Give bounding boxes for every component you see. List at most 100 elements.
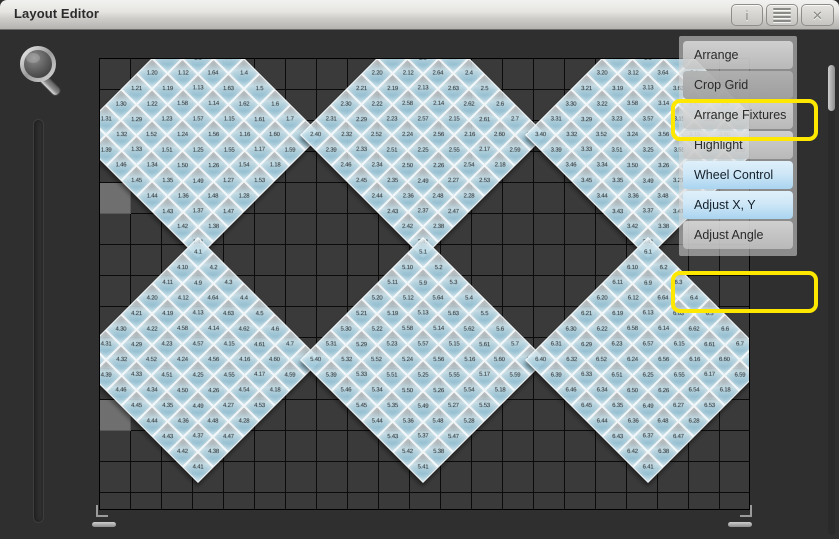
grid-cell-label: 4.51 <box>161 372 173 379</box>
grid-cell-label: 3.36 <box>627 193 639 200</box>
grid-cell-label: 6.57 <box>642 341 654 348</box>
grid-cell-label: 5.43 <box>386 433 398 440</box>
grid-cell-label: 2.7 <box>511 116 520 123</box>
grid-cell-label: 6.40 <box>534 357 546 363</box>
resize-corner-bottom-right[interactable] <box>740 505 752 517</box>
grid-cell-label: 1.43 <box>161 208 173 215</box>
grid-cell-label: 1.27 <box>223 178 235 185</box>
grid-cell-label: 2.9 <box>419 58 427 62</box>
grid-cell-label: 5.3 <box>449 280 458 287</box>
grid-cell-label: 5.20 <box>371 295 383 302</box>
vertical-scrollbar-thumb[interactable] <box>828 65 835 111</box>
menu-item-adjust-angle[interactable]: Adjust Angle <box>683 221 793 249</box>
grid-cell-label: 6.58 <box>627 326 639 333</box>
layout-canvas[interactable]: 1.11.21.31.41.51.61.71.81.101.91.641.631… <box>99 58 750 510</box>
grid-cell-label: 6.34 <box>596 387 608 394</box>
grid-cell-label: 3.38 <box>657 224 669 231</box>
grid-cell-label: 2.6 <box>496 101 504 108</box>
fixture-cluster[interactable]: 6.16.26.36.46.56.66.76.86.106.96.646.636… <box>524 236 749 484</box>
grid-cell-label: 6.3 <box>674 280 683 287</box>
grid-cell-label: 1.22 <box>146 101 158 108</box>
grid-cell-label: 3.25 <box>642 147 654 154</box>
fixture-cluster[interactable]: 2.12.22.32.42.52.62.72.82.102.92.642.632… <box>299 58 547 259</box>
menu-item-highlight[interactable]: Highlight <box>683 131 793 159</box>
grid-cell-label: 5.25 <box>417 372 429 379</box>
grid-cell-label: 6.36 <box>627 418 639 425</box>
grid-cell-label: 4.37 <box>192 433 204 440</box>
grid-cell-label: 5.13 <box>417 310 429 317</box>
grid-cell-label: 5.41 <box>417 464 429 471</box>
grid-cell-label: 2.14 <box>432 101 444 108</box>
horizontal-scrollbar-thumb-left[interactable] <box>92 522 116 527</box>
fixture-cluster[interactable]: 5.15.25.35.45.55.65.75.85.105.95.645.635… <box>299 236 547 484</box>
grid-cell-label: 3.51 <box>611 147 623 154</box>
menu-item-arrange-fixtures[interactable]: Arrange Fixtures <box>683 101 793 129</box>
grid-cell-label: 6.38 <box>657 449 669 456</box>
menu-item-adjust-x-y[interactable]: Adjust X, Y <box>683 191 793 219</box>
grid-cell-label: 6.13 <box>642 310 654 317</box>
grid-cell-label: 6.18 <box>719 387 731 394</box>
horizontal-scrollbar[interactable] <box>92 520 752 529</box>
grid-cell-label: 1.42 <box>177 224 189 231</box>
grid-cell-label: 5.29 <box>356 341 367 348</box>
grid-cell-label: 2.15 <box>448 116 460 123</box>
grid-cell-label: 5.42 <box>402 449 414 456</box>
grid-cell-label: 2.63 <box>448 85 460 92</box>
fixture-cluster[interactable]: 1.11.21.31.41.51.61.71.81.101.91.641.631… <box>100 59 322 259</box>
grid-cell-label: 5.32 <box>340 357 352 363</box>
grid-cell-label: 5.47 <box>448 433 460 440</box>
grid-cell-label: 4.62 <box>238 326 250 333</box>
menu-item-arrange[interactable]: Arrange <box>683 41 793 69</box>
menu-item-crop-grid[interactable]: Crop Grid <box>683 71 793 99</box>
grid-cell-label: 6.61 <box>704 341 715 348</box>
horizontal-scrollbar-thumb-right[interactable] <box>728 522 752 527</box>
grid-cell-label: 5.36 <box>402 418 414 425</box>
grid-cell-label: 2.39 <box>325 147 337 154</box>
grid-cell-label: 6.45 <box>581 403 592 410</box>
grid-cell-label: 4.29 <box>131 341 142 348</box>
grid-cell-label: 6.64 <box>657 295 669 302</box>
grid-cell-label: 5.19 <box>386 310 398 317</box>
grid-cell-label: 1.59 <box>284 147 296 154</box>
grid-cell-label: 6.49 <box>642 403 654 410</box>
title-bar: Layout Editor i ✕ <box>0 0 839 30</box>
grid-cell-label: 4.7 <box>286 341 295 348</box>
fixture-cluster[interactable]: 4.14.24.34.44.54.64.74.84.104.94.644.634… <box>100 236 322 484</box>
magnifier-icon[interactable] <box>14 41 76 103</box>
grid-cell-label: 2.5 <box>480 85 489 92</box>
grid-cell-label: 2.35 <box>386 178 398 185</box>
grid-cell-label: 5.56 <box>432 357 444 363</box>
grid-cell-label: 5.53 <box>479 403 490 410</box>
grid-cell-label: 3.40 <box>534 132 546 138</box>
grid-cell-label: 2.46 <box>340 162 352 169</box>
grid-cell-label: 3.50 <box>627 162 639 169</box>
grid-cell-label: 6.47 <box>673 433 685 440</box>
info-button[interactable]: i <box>731 4 763 26</box>
close-button[interactable]: ✕ <box>801 4 834 26</box>
grid-cell-label: 1.63 <box>223 85 235 92</box>
grid-cell-label: 5.4 <box>465 295 474 302</box>
grid-cell-label: 2.30 <box>340 101 352 108</box>
grid-cell-label: 6.62 <box>688 326 700 333</box>
grid-cell-label: 6.52 <box>596 357 608 363</box>
resize-corner-bottom-left[interactable] <box>96 505 108 517</box>
grid-cell-label: 2.62 <box>463 101 475 108</box>
grid-cell-label: 2.58 <box>402 101 414 108</box>
grid-cell-label: 3.22 <box>596 101 608 108</box>
grid-cell-label: 2.54 <box>463 162 475 169</box>
grid-cell-label: 6.9 <box>644 280 652 287</box>
menu-item-wheel-control[interactable]: Wheel Control <box>683 161 793 189</box>
vertical-scrollbar[interactable] <box>828 65 835 535</box>
zoom-slider[interactable] <box>33 119 44 523</box>
grid-cell-label: 5.48 <box>432 418 444 425</box>
grid-cell-label: 6.29 <box>581 341 592 348</box>
grid-cell-label: 4.41 <box>192 464 204 471</box>
grid-cell-label: 4.35 <box>161 403 173 410</box>
menu-button[interactable] <box>766 4 798 26</box>
grid-cell-label: 1.14 <box>207 101 219 108</box>
grid-cell-label: 4.44 <box>146 418 158 425</box>
grid-cell-label: 5.52 <box>371 357 383 363</box>
grid-cell-label: 1.30 <box>115 101 127 108</box>
grid-cell-label: 6.16 <box>688 357 700 363</box>
grid-cell-label: 5.6 <box>496 326 504 333</box>
